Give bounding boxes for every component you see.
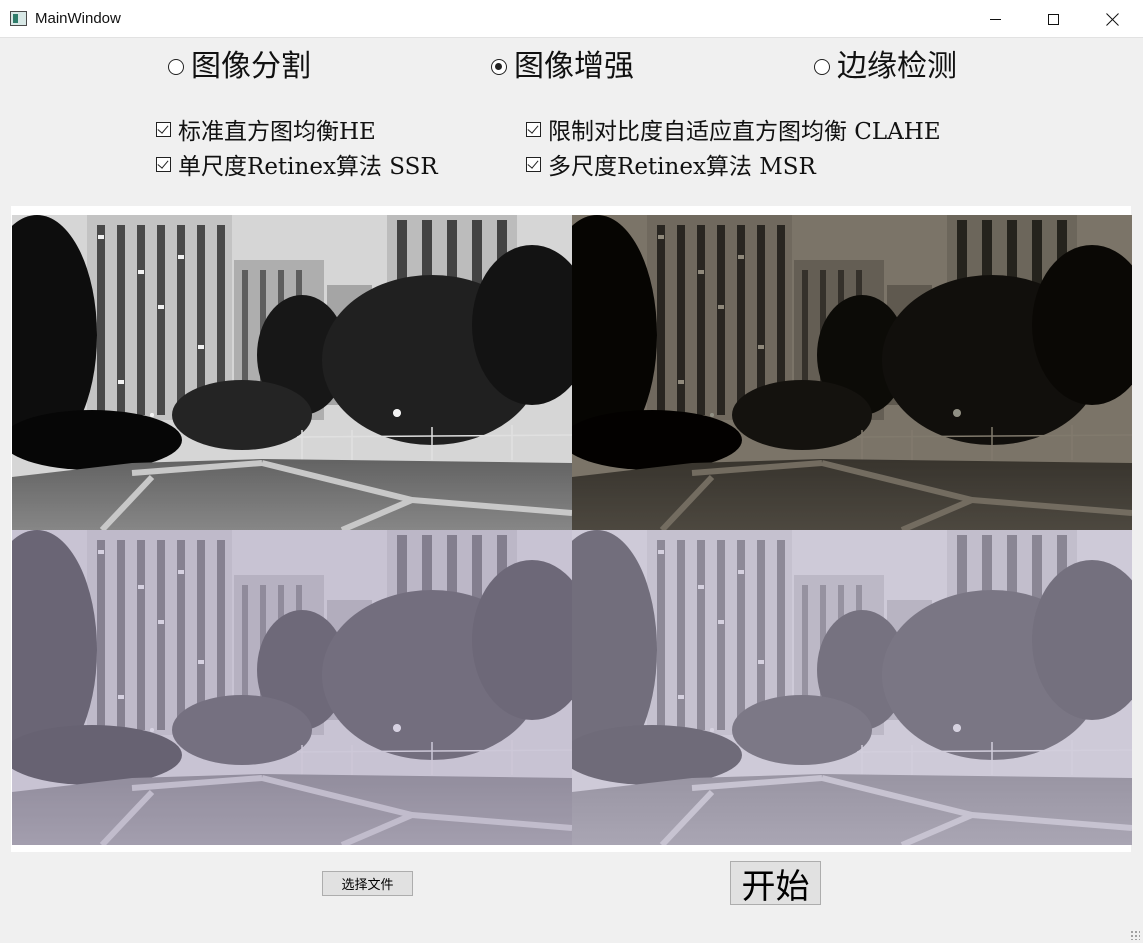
radio-enhancement[interactable]: 图像增强 [491,46,634,88]
checkbox-msr[interactable]: 多尺度Retinex算法 MSR [526,149,816,180]
radio-label: 图像增强 [514,49,634,84]
radio-indicator[interactable] [814,59,830,75]
checkbox-clahe[interactable]: 限制对比度自适应直方图均衡 CLAHE [526,114,941,145]
checkbox-label: 多尺度Retinex算法 MSR [548,154,816,180]
checkbox-label: 限制对比度自适应直方图均衡 CLAHE [548,119,941,145]
result-image-ssr [12,530,572,845]
result-image-he-graphic [12,215,572,530]
checkbox-ssr[interactable]: 单尺度Retinex算法 SSR [156,149,438,180]
checkbox-label: 标准直方图均衡HE [178,119,376,145]
checkbox-he[interactable]: 标准直方图均衡HE [156,114,376,145]
radio-segmentation[interactable]: 图像分割 [168,46,311,88]
result-image-clahe [572,215,1132,530]
window-title: MainWindow [35,10,121,27]
checkbox-indicator[interactable] [156,121,171,137]
title-bar: MainWindow [0,0,1143,38]
checkbox-indicator[interactable] [156,156,171,172]
select-file-button[interactable]: 选择文件 [322,871,413,896]
resize-grip-icon[interactable] [1130,930,1140,940]
maximize-button[interactable] [1024,0,1082,38]
minimize-button[interactable] [966,0,1024,38]
checkbox-label: 单尺度Retinex算法 SSR [178,154,438,180]
radio-label: 边缘检测 [837,49,957,84]
result-image-clahe-graphic [572,215,1132,530]
result-image-msr [572,530,1132,845]
checkbox-indicator[interactable] [526,121,541,137]
app-window-icon [10,11,27,26]
result-image-ssr-graphic [12,530,572,845]
maximize-icon [1047,13,1059,25]
radio-edge-detection[interactable]: 边缘检测 [814,46,957,88]
radio-label: 图像分割 [191,49,311,84]
radio-indicator[interactable] [491,59,507,75]
minimize-icon [989,18,1001,20]
checkbox-indicator[interactable] [526,156,541,172]
start-button[interactable]: 开始 [730,861,821,907]
close-button[interactable] [1083,0,1141,38]
close-icon [1106,13,1119,26]
result-image-msr-graphic [572,530,1132,845]
radio-indicator[interactable] [168,59,184,75]
result-image-he [12,215,572,530]
